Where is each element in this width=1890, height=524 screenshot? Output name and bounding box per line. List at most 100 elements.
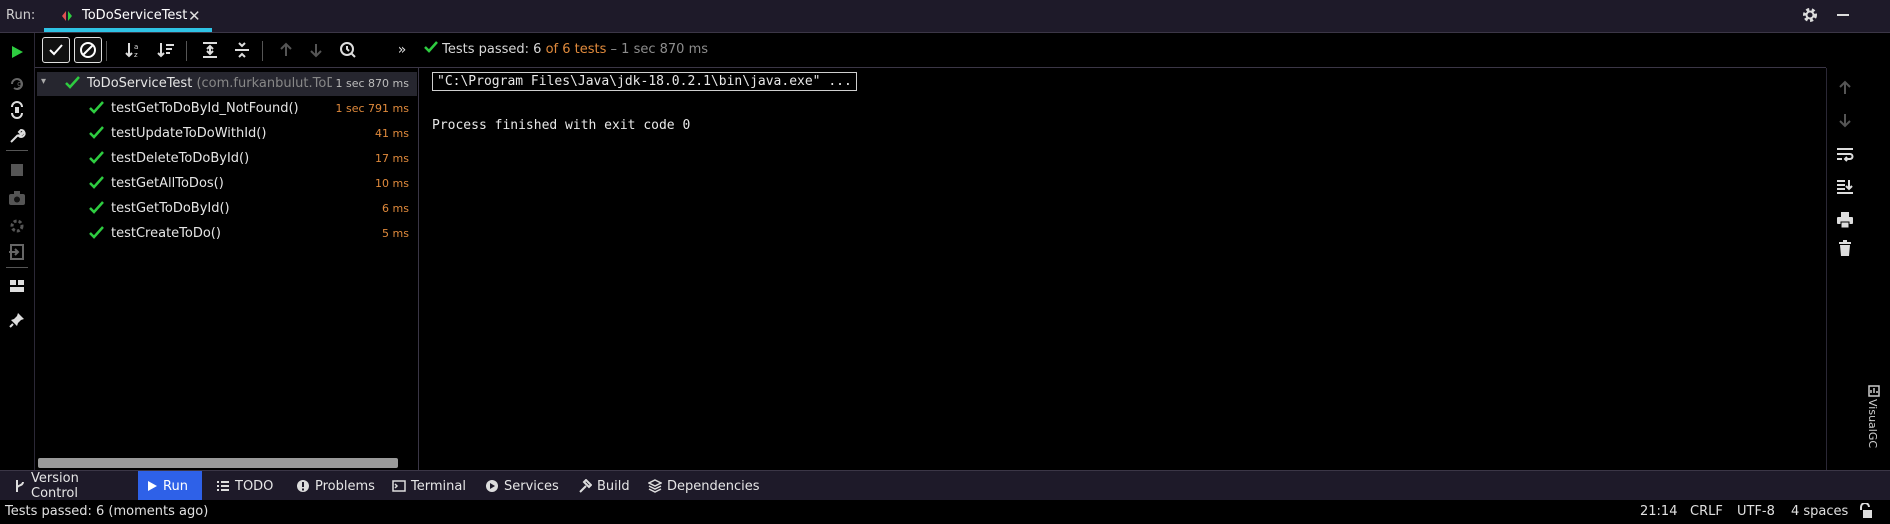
layout-icon[interactable] [6,275,28,297]
tool-tab-label: Run [163,478,188,494]
show-ignored-toggle[interactable] [74,37,102,63]
print-icon[interactable] [1835,210,1855,230]
camera-icon[interactable] [6,187,28,209]
terminal-icon [392,480,406,492]
test-runner-toolbar: az » [36,33,418,67]
scroll-to-end-icon[interactable] [1835,176,1855,196]
test-case-name: testCreateToDo() [111,226,221,241]
toolbar-divider [262,41,263,61]
close-icon[interactable]: ✕ [188,7,201,25]
test-history-icon[interactable] [334,37,362,63]
tool-tab-label: TODO [235,478,274,494]
test-case-duration: 41 ms [375,127,409,140]
tool-tab-label: Dependencies [667,478,760,494]
suite-name: ToDoServiceTest [87,76,193,91]
test-case-name: testDeleteToDoById() [111,151,250,166]
tool-tab-problems[interactable]: Problems [288,471,378,501]
list-icon [216,480,230,492]
console-output[interactable]: "C:\Program Files\Java\jdk-18.0.2.1\bin\… [420,68,1824,470]
test-case-duration: 5 ms [382,227,409,240]
lock-icon[interactable] [1858,502,1872,523]
more-actions-icon[interactable]: » [388,37,416,63]
panel-divider[interactable] [418,68,419,470]
sort-alpha-icon[interactable]: az [120,37,148,63]
line-ending[interactable]: CRLF [1690,504,1723,519]
sort-duration-icon[interactable] [152,37,180,63]
tool-tab-version-control[interactable]: Version Control [6,471,130,501]
test-case-row[interactable]: testCreateToDo() 5 ms [37,222,417,246]
run-config-tab[interactable]: ToDoServiceTest ✕ [44,0,212,32]
process-exit-message: Process finished with exit code 0 [432,118,691,133]
pass-check-icon [65,75,80,94]
next-failed-icon[interactable] [302,37,330,63]
settings-dump-icon[interactable] [6,215,28,237]
trash-icon[interactable] [1835,238,1855,258]
test-case-duration: 1 sec 791 ms [335,102,409,115]
svg-text:9: 9 [17,81,22,90]
status-bar: Tests passed: 6 (moments ago) 21:14 CRLF… [0,500,1890,524]
toolbar-divider [186,41,187,61]
test-suite-row[interactable]: ▾ ToDoServiceTest (com.furkanbulut.ToDoA… [37,72,417,96]
minimize-icon[interactable] [1834,6,1852,28]
layers-icon [648,479,662,493]
collapse-all-icon[interactable] [228,37,256,63]
tool-window-bar: Version Control Run TODO Problems Terminal Se… [0,470,1890,501]
visualgc-side-tab[interactable]: VisualGC [1864,385,1886,465]
show-passed-toggle[interactable] [42,37,70,63]
pass-check-icon [424,41,442,57]
tool-tab-label: Terminal [411,478,466,494]
test-case-row[interactable]: testGetToDoById_NotFound() 1 sec 791 ms [37,97,417,121]
console-actions-toolbar [1826,68,1863,470]
test-case-name: testUpdateToDoWithId() [111,126,267,141]
toolbar-divider [6,150,28,151]
branch-icon [14,479,26,493]
indent-setting[interactable]: 4 spaces [1791,504,1848,519]
soft-wrap-icon[interactable] [1835,144,1855,164]
toggle-auto-test-icon[interactable] [6,99,28,121]
test-case-name: testGetAllToDos() [111,176,224,191]
expand-all-icon[interactable] [196,37,224,63]
exit-icon[interactable] [6,241,28,263]
test-case-row[interactable]: testGetAllToDos() 10 ms [37,172,417,196]
pass-check-icon [89,225,104,244]
previous-failed-icon[interactable] [272,37,300,63]
test-tree: ▾ ToDoServiceTest (com.furkanbulut.ToDoA… [37,72,417,470]
suite-duration: 1 sec 870 ms [331,77,409,90]
test-case-row[interactable]: testUpdateToDoWithId() 41 ms [37,122,417,146]
test-case-name: testGetToDoById() [111,201,230,216]
java-command-line[interactable]: "C:\Program Files\Java\jdk-18.0.2.1\bin\… [432,72,857,91]
svg-text:a: a [134,43,138,51]
run-label: Run: [6,8,36,23]
tool-tab-build[interactable]: Build [570,471,634,501]
tests-passed-count: Tests passed: 6 [442,42,542,57]
tool-tab-services[interactable]: Services [477,471,563,501]
run-title-bar: Run: ToDoServiceTest ✕ [0,0,1890,32]
gear-icon[interactable] [1801,6,1819,28]
info-icon [296,479,310,493]
wrench-icon[interactable] [6,125,28,147]
tool-tab-todo[interactable]: TODO [208,471,282,501]
rerun-icon[interactable] [6,41,28,63]
tool-tab-dependencies[interactable]: Dependencies [640,471,766,501]
tool-tab-run[interactable]: Run [138,471,202,501]
pin-icon[interactable] [6,309,28,331]
run-actions-toolbar: 9 [0,33,35,470]
up-stack-icon[interactable] [1835,78,1855,98]
status-message[interactable]: Tests passed: 6 (moments ago) [5,504,208,519]
test-status-summary: Tests passed: 6 of 6 tests – 1 sec 870 m… [424,40,708,57]
tool-tab-label: Version Control [31,471,79,501]
hammer-icon [578,479,592,493]
run-icon [146,480,158,492]
chevron-down-icon[interactable]: ▾ [41,76,46,87]
tests-duration: – 1 sec 870 ms [610,42,709,57]
down-stack-icon[interactable] [1835,110,1855,130]
test-case-row[interactable]: testGetToDoById() 6 ms [37,197,417,221]
tool-tab-terminal[interactable]: Terminal [384,471,470,501]
toolbar-divider [106,41,107,61]
caret-position[interactable]: 21:14 [1640,504,1677,519]
tree-horizontal-scrollbar[interactable] [38,458,398,468]
stop-icon[interactable] [6,159,28,181]
rerun-failed-icon[interactable]: 9 [6,73,28,95]
file-encoding[interactable]: UTF-8 [1737,504,1775,519]
test-case-row[interactable]: testDeleteToDoById() 17 ms [37,147,417,171]
